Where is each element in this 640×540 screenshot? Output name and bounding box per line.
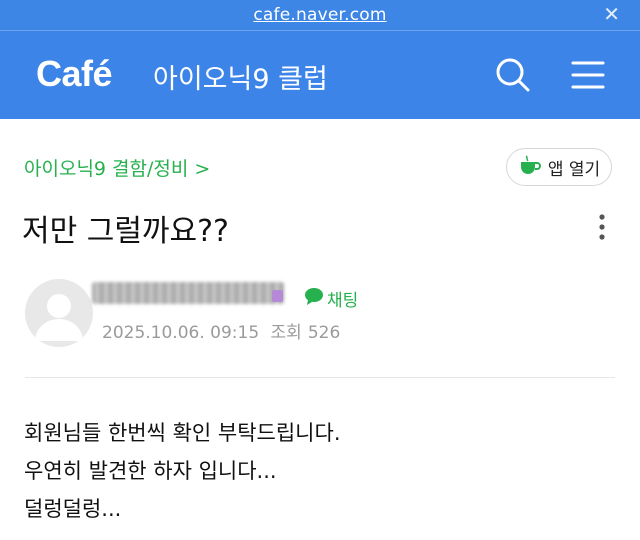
post-content: 아이오닉9 결함/정비 > 앱 열기 저만 그럴까요?? 채팅 2025.10.… <box>0 118 640 540</box>
post-title: 저만 그럴까요?? <box>22 214 229 249</box>
member-grade-icon <box>272 290 283 302</box>
chat-label: 채팅 <box>327 291 359 311</box>
cafe-name[interactable]: 아이오닉9 클럽 <box>153 57 328 96</box>
close-icon[interactable]: ✕ <box>603 3 620 25</box>
post-body: 회원님들 한번씩 확인 부탁드립니다. 우연히 발견한 하자 입니다... 덜렁… <box>24 414 341 528</box>
chat-bubble-icon <box>304 287 324 310</box>
cafe-header: Café 아이오닉9 클럽 <box>0 30 640 119</box>
hamburger-menu-icon[interactable] <box>566 53 610 97</box>
url-text[interactable]: cafe.naver.com <box>253 5 386 25</box>
open-app-button[interactable]: 앱 열기 <box>506 148 612 186</box>
board-breadcrumb[interactable]: 아이오닉9 결함/정비 > <box>24 154 210 181</box>
search-icon[interactable] <box>491 53 535 97</box>
browser-url-bar[interactable]: cafe.naver.com ✕ <box>0 0 640 30</box>
cafe-cup-icon <box>518 154 542 180</box>
chat-button[interactable]: 채팅 <box>304 286 358 311</box>
views-count: 526 <box>307 323 341 343</box>
more-options-icon[interactable] <box>596 212 608 242</box>
body-line: 회원님들 한번씩 확인 부탁드립니다. <box>24 421 341 445</box>
post-meta: 2025.10.06. 09:15 조회 526 <box>102 318 346 343</box>
views-label: 조회 <box>270 323 302 343</box>
body-line: 우연히 발견한 하자 입니다... <box>24 459 277 483</box>
avatar[interactable] <box>25 279 93 347</box>
divider <box>25 377 615 378</box>
body-line: 덜렁덜렁... <box>24 497 122 521</box>
open-app-label: 앱 열기 <box>547 159 601 180</box>
cafe-logo[interactable]: Café <box>36 53 113 95</box>
post-date: 2025.10.06. 09:15 <box>102 323 260 343</box>
author-name[interactable] <box>92 282 284 304</box>
